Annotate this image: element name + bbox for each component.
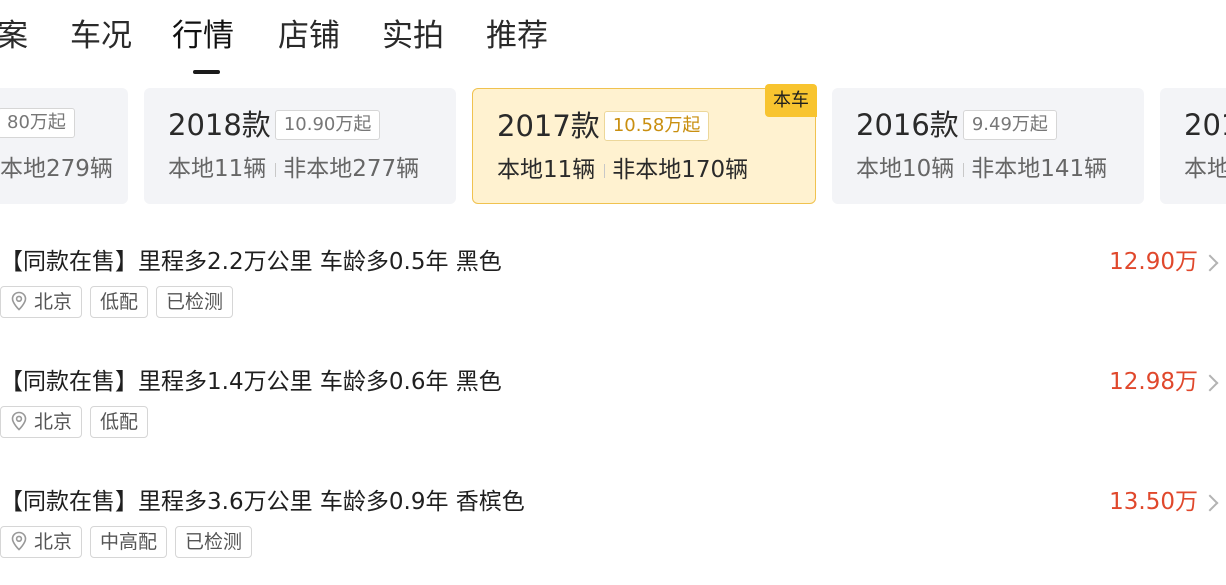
- divider: [604, 163, 606, 178]
- chevron-right-icon: [1201, 254, 1219, 272]
- card-nonlocal-count: 非本地277辆: [283, 156, 420, 182]
- tab-photos[interactable]: 实拍: [382, 14, 444, 58]
- inspected-tag: 已检测: [175, 526, 253, 558]
- year-card[interactable]: 201 本地: [1160, 88, 1226, 204]
- listing-row[interactable]: 【同款在售】里程多2.2万公里 车龄多0.5年 黑色 12.90万 北京 低配 已检…: [0, 245, 1226, 345]
- inspected-tag: 已检测: [156, 286, 234, 318]
- year-card-2016[interactable]: 2016款 9.49万起 本地10辆 非本地141辆: [832, 88, 1144, 204]
- divider: [275, 162, 277, 177]
- location-text: 北京: [34, 291, 73, 313]
- tab-market[interactable]: 行情: [172, 14, 234, 74]
- chevron-right-icon: [1201, 374, 1219, 392]
- location-tag: 北京: [0, 406, 83, 438]
- card-year: 201: [1184, 108, 1226, 142]
- listing-title: 【同款在售】里程多2.2万公里 车龄多0.5年 黑色: [0, 249, 502, 275]
- divider: [963, 162, 965, 177]
- card-year: 2017款: [497, 109, 600, 143]
- spec-tag: 低配: [90, 406, 149, 438]
- listing-price: 13.50万: [1109, 489, 1198, 515]
- spec-tag: 中高配: [90, 526, 168, 558]
- this-car-badge: 本车: [765, 84, 817, 117]
- listing-title: 【同款在售】里程多1.4万公里 车龄多0.6年 黑色: [0, 369, 502, 395]
- card-price-tag: 80万起: [0, 108, 75, 138]
- listing-price: 12.98万: [1109, 369, 1198, 395]
- tab-market-label: 行情: [172, 18, 234, 54]
- listing-tags: 北京 低配 已检测: [0, 286, 241, 318]
- card-nonlocal-count: 非本地141辆: [971, 156, 1108, 182]
- model-year-carousel: 80万起 本地279辆 2018款 10.90万起 本地11辆 非本地277辆 20…: [0, 84, 1226, 204]
- location-pin-icon: [11, 291, 27, 311]
- location-pin-icon: [11, 411, 27, 431]
- listing-title: 【同款在售】里程多3.6万公里 车龄多0.9年 香槟色: [0, 489, 525, 515]
- card-local-count: 本地11辆: [168, 156, 267, 182]
- listing-price: 12.90万: [1109, 249, 1198, 275]
- location-text: 北京: [34, 531, 73, 553]
- card-year: 2018款: [168, 108, 271, 142]
- location-tag: 北京: [0, 286, 83, 318]
- location-tag: 北京: [0, 526, 83, 558]
- active-tab-indicator: [193, 70, 220, 74]
- listing-row[interactable]: 【同款在售】里程多1.4万公里 车龄多0.6年 黑色 12.98万 北京 低配: [0, 365, 1226, 465]
- location-text: 北京: [34, 411, 73, 433]
- card-price-tag: 9.49万起: [962, 110, 1057, 140]
- tab-bar: 案 车况 行情 店铺 实拍 推荐: [0, 0, 1226, 74]
- listing-row[interactable]: 【同款在售】里程多3.6万公里 车龄多0.9年 香槟色 13.50万 北京 中高配…: [0, 485, 1226, 585]
- year-card[interactable]: 80万起 本地279辆: [0, 88, 128, 204]
- tab-archive[interactable]: 案: [0, 14, 28, 58]
- tab-recommend[interactable]: 推荐: [486, 14, 548, 58]
- card-local-count: 本地279辆: [0, 156, 113, 182]
- card-year: 2016款: [856, 108, 959, 142]
- card-price-tag: 10.90万起: [274, 110, 381, 140]
- tab-store[interactable]: 店铺: [278, 14, 340, 58]
- tab-condition[interactable]: 车况: [70, 14, 132, 58]
- spec-tag: 低配: [90, 286, 149, 318]
- card-nonlocal-count: 非本地170辆: [612, 157, 749, 183]
- card-local-count: 本地10辆: [856, 156, 955, 182]
- listing-tags: 北京 中高配 已检测: [0, 526, 260, 558]
- listing-tags: 北京 低配: [0, 406, 156, 438]
- chevron-right-icon: [1201, 494, 1219, 512]
- card-local-count: 本地11辆: [497, 157, 596, 183]
- location-pin-icon: [11, 531, 27, 551]
- card-price-tag: 10.58万起: [603, 111, 710, 141]
- year-card-2017-current[interactable]: 2017款 10.58万起 本地11辆 非本地170辆 本车: [472, 84, 817, 204]
- year-card-2018[interactable]: 2018款 10.90万起 本地11辆 非本地277辆: [144, 88, 456, 204]
- card-local-count: 本地: [1184, 156, 1226, 182]
